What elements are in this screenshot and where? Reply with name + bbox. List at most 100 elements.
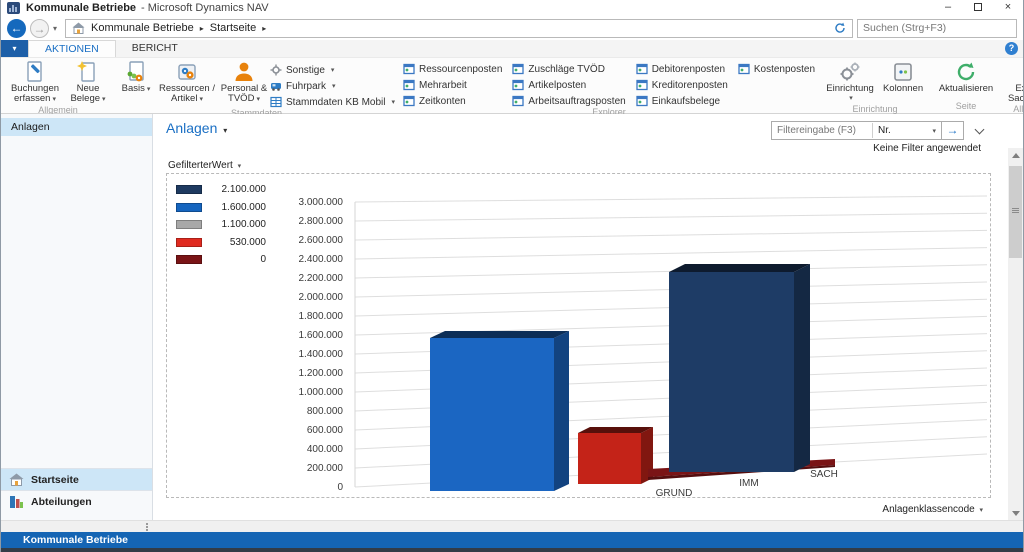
y-tick-label: 0 — [337, 482, 343, 493]
breadcrumb[interactable]: Kommunale Betriebe ▸ Startseite ▸ — [65, 19, 853, 38]
explorer-item-kostenposten[interactable]: Kostenposten — [738, 63, 815, 75]
back-button[interactable]: ← — [7, 19, 26, 38]
gears-icon — [838, 60, 862, 84]
history-dropdown-icon[interactable]: ▾ — [53, 24, 57, 33]
y-tick-label: 600.000 — [307, 425, 344, 436]
stammdaten-kb-mobil-menu-button[interactable]: Stammdaten KB Mobil ▾ — [270, 96, 395, 108]
status-bar: Kommunale Betriebe — [1, 532, 1023, 548]
x-category-label: SACH — [810, 469, 838, 480]
neue-belege-button[interactable]: Neue Belege▾ — [66, 59, 110, 105]
einrichtung-button[interactable]: Einrichtung ▾ — [823, 59, 877, 104]
filter-input[interactable] — [772, 122, 872, 139]
home-icon — [72, 22, 85, 34]
chart-frame: 2.100.0001.600.0001.100.000530.0000 0200… — [166, 173, 991, 498]
ribbon-group-allgemein-left: Buchungen erfassen▾ Neue Belege▾ Allgeme… — [3, 58, 113, 113]
nav-item-startseite[interactable]: Startseite — [1, 468, 152, 490]
apply-filter-button[interactable]: → — [942, 121, 964, 140]
scroll-thumb[interactable] — [1009, 166, 1022, 258]
nav-item-abteilungen[interactable]: Abteilungen — [1, 490, 152, 512]
gridline — [355, 196, 987, 202]
nav-item-anlagen[interactable]: Anlagen — [1, 118, 152, 136]
measure-dropdown[interactable]: GefilterterWert ▾ — [168, 160, 241, 171]
ribbon: Buchungen erfassen▾ Neue Belege▾ Allgeme… — [1, 58, 1023, 114]
refresh-icon[interactable] — [834, 22, 846, 34]
breadcrumb-separator-icon: ▸ — [262, 24, 266, 33]
sonstige-menu-button[interactable]: Sonstige ▾ — [270, 64, 395, 76]
explorer-column: Ressourcenposten Mehrarbeit Zeitkonten — [403, 63, 502, 107]
bar-GRUND[interactable] — [578, 433, 641, 484]
x-dimension-dropdown[interactable]: Anlagenklassencode ▾ — [882, 504, 983, 515]
tab-aktionen[interactable]: AKTIONEN — [28, 40, 116, 57]
explorer-column: Debitorenposten Kreditorenposten Einkaufsb… — [636, 63, 728, 107]
explorer-column: Kostenposten — [738, 63, 815, 107]
page-title[interactable]: Anlagen ▾ — [166, 120, 227, 136]
entries-icon — [738, 63, 750, 75]
bar-IMM[interactable] — [669, 272, 794, 472]
forward-button[interactable]: → — [30, 19, 49, 38]
y-tick-label: 2.200.000 — [299, 273, 344, 284]
explorer-item-arbeitsauftragsposten[interactable]: Arbeitsauftragsposten — [512, 95, 625, 107]
filter-status: Keine Filter angewendet — [873, 143, 981, 154]
application-menu-button[interactable]: ▾ — [1, 40, 28, 57]
scroll-down-button[interactable] — [1008, 506, 1023, 520]
explorer-sachposten-button[interactable]: Explorer Sachposten — [1005, 59, 1024, 104]
maximize-button[interactable] — [963, 0, 993, 16]
entries-icon — [403, 95, 415, 107]
explorer-item-artikelposten[interactable]: Artikelposten — [512, 79, 625, 91]
dropdown-caret-icon: ▾ — [392, 98, 396, 106]
nav-pane: Anlagen Startseite Abtei — [1, 114, 153, 520]
bar-GEB[interactable] — [430, 338, 554, 491]
explorer-item-zuschl-ge-tv-d[interactable]: Zuschläge TVÖD — [512, 63, 625, 75]
window-title-suffix: - Microsoft Dynamics NAV — [141, 2, 269, 14]
explorer-item-kreditorenposten[interactable]: Kreditorenposten — [636, 79, 728, 91]
entries-icon — [636, 95, 648, 107]
ribbon-group-einrichtung: Einrichtung ▾ Kolonnen Einrichtung — [820, 58, 930, 113]
entries-icon — [636, 63, 648, 75]
person-icon — [232, 60, 256, 84]
y-tick-label: 400.000 — [307, 444, 344, 455]
dropdown-caret-icon: ▾ — [932, 127, 936, 135]
app-window: Kommunale Betriebe - Microsoft Dynamics … — [0, 0, 1024, 552]
address-bar: ← → ▾ Kommunale Betriebe ▸ Startseite ▸ — [1, 16, 1023, 40]
entries-icon — [403, 63, 415, 75]
close-button[interactable]: × — [993, 0, 1023, 16]
explorer-item-zeitkonten[interactable]: Zeitkonten — [403, 95, 502, 107]
aktualisieren-button[interactable]: Aktualisieren — [935, 59, 997, 94]
ribbon-group-label: Seite — [935, 101, 997, 113]
basis-button[interactable]: Basis▾ — [118, 59, 154, 95]
y-tick-label: 1.200.000 — [299, 368, 344, 379]
home-icon — [9, 473, 24, 486]
ressourcen-artikel-button[interactable]: Ressourcen / Artikel▾ — [156, 59, 218, 105]
x-category-label: GEB — [581, 496, 602, 497]
personal-tvoed-button[interactable]: Personal & TVÖD▾ — [220, 59, 268, 105]
help-button[interactable]: ? — [1005, 42, 1018, 55]
explorer-item-einkaufsbelege[interactable]: Einkaufsbelege — [636, 95, 728, 107]
vehicle-icon — [270, 80, 282, 92]
minimize-button[interactable]: – — [933, 0, 963, 16]
explorer-item-debitorenposten[interactable]: Debitorenposten — [636, 63, 728, 75]
filter-field-select[interactable]: Nr. ▾ — [873, 125, 941, 136]
gear-icon — [270, 64, 282, 76]
vertical-scrollbar[interactable] — [1008, 148, 1023, 520]
dropdown-caret-icon: ▾ — [52, 96, 56, 103]
fuhrpark-menu-button[interactable]: Fuhrpark ▾ — [270, 80, 395, 92]
kolonnen-button[interactable]: Kolonnen — [879, 59, 927, 94]
buchungen-erfassen-button[interactable]: Buchungen erfassen▾ — [6, 59, 64, 105]
splitter-grip[interactable] — [146, 523, 149, 531]
breadcrumb-item-page[interactable]: Startseite — [210, 22, 256, 34]
page-title-caret-icon: ▾ — [223, 126, 227, 135]
filter-bar: Nr. ▾ → — [771, 121, 983, 140]
box-gears-icon — [175, 60, 199, 84]
scroll-up-icon — [1012, 153, 1020, 158]
ribbon-group-explorer: Ressourcenposten Mehrarbeit Zeitkonten Zusc… — [400, 58, 818, 113]
entries-icon — [403, 79, 415, 91]
expand-filter-chevron-icon[interactable] — [975, 124, 985, 134]
y-tick-label: 800.000 — [307, 406, 344, 417]
explorer-item-ressourcenposten[interactable]: Ressourcenposten — [403, 63, 502, 75]
ribbon-group-stammdaten: Basis▾ Ressourcen / Artikel▾ — [115, 58, 398, 113]
scroll-up-button[interactable] — [1008, 148, 1023, 162]
explorer-item-mehrarbeit[interactable]: Mehrarbeit — [403, 79, 502, 91]
tab-bericht[interactable]: BERICHT — [116, 40, 194, 57]
breadcrumb-item-company[interactable]: Kommunale Betriebe — [91, 22, 194, 34]
search-input[interactable] — [857, 19, 1017, 38]
